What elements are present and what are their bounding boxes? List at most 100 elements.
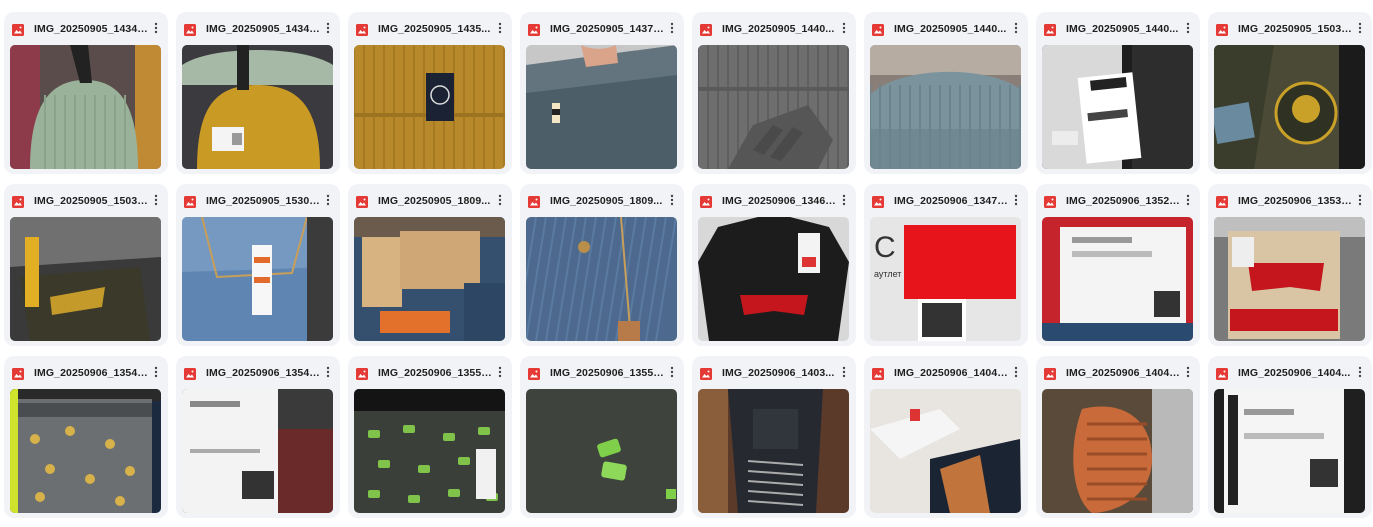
file-name: IMG_20250906_13543... <box>206 366 322 379</box>
more-vertical-icon[interactable] <box>838 22 850 36</box>
file-name: IMG_20250905_15035... <box>34 194 150 207</box>
file-card[interactable]: IMG_20250906_13550... <box>348 356 512 518</box>
file-card[interactable]: IMG_20250905_15035... <box>4 184 168 346</box>
file-card[interactable]: IMG_20250906_1404... <box>1208 356 1372 518</box>
file-card-header: IMG_20250905_14374... <box>520 12 684 45</box>
file-card-header: IMG_20250906_1403... <box>692 356 856 389</box>
file-thumbnail[interactable] <box>1214 217 1365 341</box>
file-card[interactable]: IMG_20250906_14041... <box>864 356 1028 518</box>
file-thumbnail[interactable] <box>1042 389 1193 513</box>
more-vertical-icon[interactable] <box>1354 22 1366 36</box>
file-card[interactable]: IMG_20250906_13531... <box>1208 184 1372 346</box>
more-vertical-icon[interactable] <box>150 22 162 36</box>
file-card[interactable]: IMG_20250905_14374... <box>520 12 684 174</box>
file-card[interactable]: IMG_20250906_13465... <box>692 184 856 346</box>
image-file-icon <box>184 23 196 36</box>
file-thumbnail[interactable] <box>526 45 677 169</box>
file-card-header: IMG_20250906_13542... <box>4 356 168 389</box>
file-name: IMG_20250906_14041... <box>1066 366 1182 379</box>
file-thumbnail[interactable] <box>526 217 677 341</box>
more-vertical-icon[interactable] <box>1182 22 1194 36</box>
more-vertical-icon[interactable] <box>838 366 850 380</box>
file-card[interactable]: IMG_20250906_1403... <box>692 356 856 518</box>
more-vertical-icon[interactable] <box>494 366 506 380</box>
file-thumbnail[interactable]: Cаутлет <box>870 217 1021 341</box>
file-thumbnail[interactable] <box>10 45 161 169</box>
more-vertical-icon[interactable] <box>1354 366 1366 380</box>
file-thumbnail[interactable] <box>698 389 849 513</box>
file-card[interactable]: IMG_20250905_1435... <box>348 12 512 174</box>
more-vertical-icon[interactable] <box>1010 366 1022 380</box>
more-vertical-icon[interactable] <box>1010 194 1022 208</box>
file-card[interactable]: IMG_20250906_13521... <box>1036 184 1200 346</box>
more-vertical-icon[interactable] <box>666 366 678 380</box>
more-vertical-icon[interactable] <box>494 194 506 208</box>
more-vertical-icon[interactable] <box>838 194 850 208</box>
file-name: IMG_20250906_13471... <box>894 194 1010 207</box>
file-card[interactable]: IMG_20250905_15303... <box>176 184 340 346</box>
file-name: IMG_20250906_13542... <box>34 366 150 379</box>
file-thumbnail[interactable] <box>354 217 505 341</box>
file-card-header: IMG_20250906_13521... <box>1036 184 1200 217</box>
file-card[interactable]: IMG_20250905_15035... <box>1208 12 1372 174</box>
file-card[interactable]: IMG_20250906_13543... <box>176 356 340 518</box>
more-vertical-icon[interactable] <box>494 22 506 36</box>
file-thumbnail[interactable] <box>182 217 333 341</box>
more-vertical-icon[interactable] <box>666 194 678 208</box>
file-name: IMG_20250906_1403... <box>722 366 835 379</box>
file-card[interactable]: IMG_20250905_1809... <box>348 184 512 346</box>
more-vertical-icon[interactable] <box>1010 22 1022 36</box>
file-name: IMG_20250905_15303... <box>206 194 322 207</box>
file-card-header: IMG_20250905_15303... <box>176 184 340 217</box>
image-file-icon <box>12 367 24 380</box>
file-card-header: IMG_20250906_13543... <box>176 356 340 389</box>
file-thumbnail[interactable] <box>182 389 333 513</box>
image-file-icon <box>700 23 712 36</box>
more-vertical-icon[interactable] <box>1354 194 1366 208</box>
image-file-icon <box>1044 23 1056 36</box>
file-card[interactable]: IMG_20250906_13542... <box>4 356 168 518</box>
image-file-icon <box>528 367 540 380</box>
file-thumbnail[interactable] <box>10 389 161 513</box>
file-thumbnail[interactable] <box>1042 45 1193 169</box>
more-vertical-icon[interactable] <box>150 366 162 380</box>
file-name: IMG_20250905_1809... <box>378 194 491 207</box>
file-card[interactable]: IMG_20250905_1440... <box>1036 12 1200 174</box>
file-card-header: IMG_20250906_14041... <box>1036 356 1200 389</box>
file-card[interactable]: IMG_20250905_1440... <box>692 12 856 174</box>
file-thumbnail[interactable] <box>182 45 333 169</box>
file-card[interactable]: IMG_20250905_14343... <box>4 12 168 174</box>
more-vertical-icon[interactable] <box>150 194 162 208</box>
file-thumbnail[interactable] <box>1214 389 1365 513</box>
svg-text:аутлет: аутлет <box>874 269 901 279</box>
file-card[interactable]: IMG_20250906_13471... Cаутлет <box>864 184 1028 346</box>
file-card[interactable]: IMG_20250906_14041... <box>1036 356 1200 518</box>
file-card-header: IMG_20250906_13471... <box>864 184 1028 217</box>
file-thumbnail[interactable] <box>870 389 1021 513</box>
file-card[interactable]: IMG_20250905_14345... <box>176 12 340 174</box>
file-thumbnail[interactable] <box>1214 45 1365 169</box>
file-name: IMG_20250905_14343... <box>34 22 150 35</box>
file-card-header: IMG_20250906_13465... <box>692 184 856 217</box>
file-thumbnail[interactable] <box>354 389 505 513</box>
file-thumbnail[interactable] <box>10 217 161 341</box>
more-vertical-icon[interactable] <box>1182 366 1194 380</box>
file-thumbnail[interactable] <box>698 217 849 341</box>
file-name: IMG_20250905_15035... <box>1238 22 1354 35</box>
more-vertical-icon[interactable] <box>322 22 334 36</box>
file-card-header: IMG_20250905_1435... <box>348 12 512 45</box>
file-name: IMG_20250906_13551... <box>550 366 666 379</box>
more-vertical-icon[interactable] <box>1182 194 1194 208</box>
file-thumbnail[interactable] <box>870 45 1021 169</box>
file-thumbnail[interactable] <box>1042 217 1193 341</box>
more-vertical-icon[interactable] <box>322 366 334 380</box>
more-vertical-icon[interactable] <box>666 22 678 36</box>
file-thumbnail[interactable] <box>354 45 505 169</box>
file-card-header: IMG_20250905_1809... <box>348 184 512 217</box>
more-vertical-icon[interactable] <box>322 194 334 208</box>
file-card[interactable]: IMG_20250906_13551... <box>520 356 684 518</box>
file-card[interactable]: IMG_20250905_1440... <box>864 12 1028 174</box>
file-card[interactable]: IMG_20250905_1809... <box>520 184 684 346</box>
file-thumbnail[interactable] <box>698 45 849 169</box>
file-thumbnail[interactable] <box>526 389 677 513</box>
